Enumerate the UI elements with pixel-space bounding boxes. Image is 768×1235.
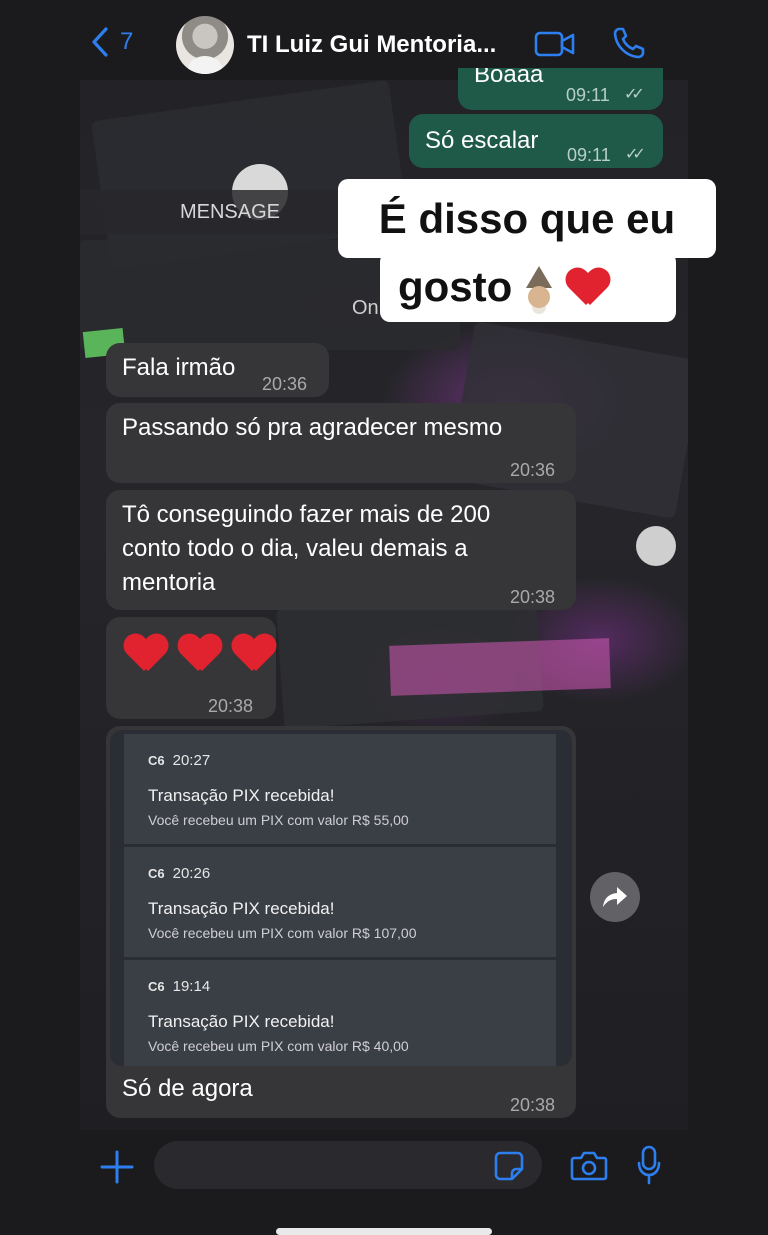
message-time: 20:36: [510, 460, 556, 480]
pix-notifications-image[interactable]: C6 20:27 Transação PIX recebida! Você re…: [110, 730, 572, 1066]
pix-notification: C6 19:14 Transação PIX recebida! Você re…: [124, 960, 556, 1066]
read-receipt-icon: ✓✓: [625, 146, 646, 163]
message-time: 20:36: [262, 374, 308, 394]
message-time: 20:38: [510, 587, 556, 607]
microphone-icon[interactable]: [636, 1145, 662, 1185]
message-time: 20:38: [208, 696, 254, 716]
notification-body: Você recebeu um PIX com valor R$ 40,00: [148, 1038, 409, 1054]
plus-icon[interactable]: [100, 1150, 134, 1184]
red-heart-emoji-icon: [232, 633, 276, 673]
message-bubble-incoming[interactable]: 20:38: [106, 617, 276, 719]
notification-time: 20:27: [172, 752, 211, 769]
notification-time: 19:14: [172, 978, 211, 995]
red-heart-emoji-icon: [124, 633, 168, 673]
notification-title: Transação PIX recebida!: [148, 786, 335, 805]
hearts-emoji-row: [124, 633, 276, 673]
message-text: Só escalar: [425, 127, 539, 154]
phone-call-icon[interactable]: [612, 26, 646, 60]
message-bubble-incoming[interactable]: Fala irmão 20:36: [106, 343, 329, 397]
notification-body: Você recebeu um PIX com valor R$ 55,00: [148, 812, 409, 828]
wallpaper-shape: [636, 526, 676, 566]
message-text-line: Tô conseguindo fazer mais de 200: [122, 501, 491, 528]
notification-time: 20:26: [172, 865, 211, 882]
sticker-icon[interactable]: [494, 1151, 524, 1181]
notification-title: Transação PIX recebida!: [148, 1012, 335, 1031]
message-bubble-outgoing[interactable]: Boaaa 09:11 ✓✓: [458, 68, 663, 110]
message-bubble-incoming[interactable]: Tô conseguindo fazer mais de 200 conto t…: [106, 490, 576, 610]
avatar[interactable]: [176, 16, 234, 74]
chevron-left-icon: [92, 27, 108, 57]
red-heart-emoji-icon: [178, 633, 222, 673]
system-banner: MENSAGE: [80, 190, 380, 234]
message-time: 09:11: [567, 145, 611, 165]
chat-title[interactable]: TI Luiz Gui Mentoria...: [247, 31, 496, 59]
bank-logo-icon: C6: [148, 866, 165, 881]
wallpaper-shape: [389, 638, 611, 696]
message-bubble-incoming[interactable]: Passando só pra agradecer mesmo 20:36: [106, 403, 576, 483]
message-text-line: conto todo o dia, valeu demais a: [122, 535, 468, 562]
story-text-line-2: gosto: [380, 252, 676, 322]
video-call-icon[interactable]: [534, 30, 576, 58]
message-time: 09:11: [566, 85, 610, 105]
story-text-line-1: É disso que eu: [338, 179, 716, 258]
red-heart-emoji-icon: [566, 267, 610, 307]
message-input[interactable]: [154, 1141, 542, 1189]
forward-arrow-icon: [603, 887, 627, 907]
message-time: 20:38: [510, 1095, 556, 1115]
camera-icon[interactable]: [570, 1150, 608, 1182]
message-text: Boaaa: [474, 68, 544, 88]
message-text: Passando só pra agradecer mesmo: [122, 414, 503, 441]
message-bubble-outgoing[interactable]: Só escalar 09:11 ✓✓: [409, 114, 663, 168]
back-button[interactable]: 7: [90, 26, 133, 58]
pix-notification: C6 20:26 Transação PIX recebida! Você re…: [124, 847, 556, 957]
message-text-line: mentoria: [122, 569, 216, 596]
notification-body: Você recebeu um PIX com valor R$ 107,00: [148, 925, 417, 941]
bank-logo-icon: C6: [148, 753, 165, 768]
notification-title: Transação PIX recebida!: [148, 899, 335, 918]
notification-header: C6 20:27: [148, 752, 210, 769]
message-caption: Só de agora: [122, 1075, 253, 1102]
home-indicator[interactable]: [276, 1228, 492, 1235]
notification-header: C6 19:14: [148, 978, 210, 995]
bank-logo-icon: C6: [148, 979, 165, 994]
unread-count: 7: [120, 28, 134, 55]
pix-notification: C6 20:27 Transação PIX recebida! Você re…: [124, 734, 556, 844]
read-receipt-icon: ✓✓: [624, 86, 645, 103]
wizard-emoji-icon: [522, 266, 556, 308]
notification-header: C6 20:26: [148, 865, 210, 882]
forward-button[interactable]: [590, 872, 640, 922]
story-text-word: gosto: [398, 263, 513, 310]
message-text: Fala irmão: [122, 354, 236, 381]
